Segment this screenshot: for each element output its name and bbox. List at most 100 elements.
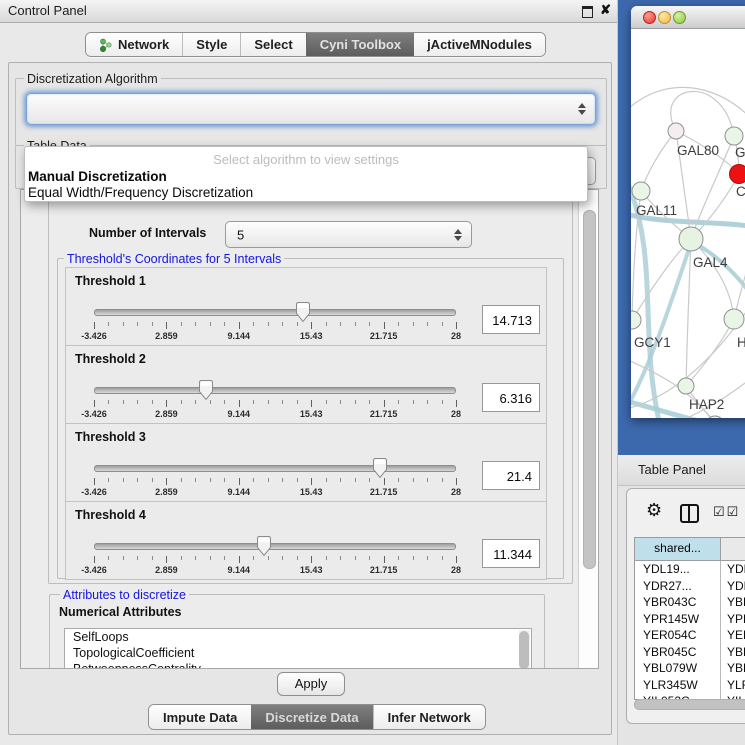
tab-infer-network[interactable]: Infer Network: [373, 705, 485, 729]
tab-cyni-toolbox[interactable]: Cyni Toolbox: [306, 33, 414, 56]
network-canvas-svg: GAL80G.CGAL11GAL4GCY1HHAP2: [631, 29, 745, 418]
table-cell[interactable]: YDL1: [721, 561, 745, 578]
table-cell[interactable]: YDL19...: [635, 561, 721, 578]
minimize-traffic-light-icon[interactable]: [658, 11, 671, 24]
threshold-value-field[interactable]: 14.713: [482, 305, 540, 334]
split-columns-icon[interactable]: [680, 504, 699, 523]
network-node-label: GAL11: [636, 203, 677, 218]
zoom-traffic-light-icon[interactable]: [673, 11, 686, 24]
network-node[interactable]: [724, 309, 744, 329]
slider-track[interactable]: [94, 309, 456, 316]
network-window-titlebar[interactable]: [631, 6, 745, 29]
thresholds-group-title: Threshold's Coordinates for 5 Intervals: [64, 252, 284, 266]
control-panel-title: Control Panel: [8, 3, 87, 18]
table-row[interactable]: YLR345WYLR3: [635, 677, 745, 694]
network-canvas[interactable]: GAL80G.CGAL11GAL4GCY1HHAP2: [631, 29, 745, 418]
table-cell[interactable]: YDR2: [721, 578, 745, 595]
table-row[interactable]: YBR043CYBR0: [635, 594, 745, 611]
table-row[interactable]: YDR27...YDR2: [635, 578, 745, 595]
network-node[interactable]: [679, 227, 703, 251]
algorithm-option-equal-width[interactable]: Equal Width/Frequency Discretization: [28, 185, 253, 200]
algorithm-option-manual[interactable]: Manual Discretization: [28, 169, 167, 184]
table-hscrollbar-thumb[interactable]: [634, 699, 745, 710]
tab-impute-data[interactable]: Impute Data: [149, 705, 251, 729]
attribute-item[interactable]: TopologicalCoefficient: [65, 645, 531, 661]
table-panel-titlebar[interactable]: Table Panel: [618, 455, 745, 486]
network-node-label: GAL80: [677, 143, 719, 158]
network-node[interactable]: [631, 311, 641, 329]
table-cell[interactable]: YPR1: [721, 611, 745, 628]
table-cell[interactable]: YBL0: [721, 660, 745, 677]
table-horizontal-scrollbar[interactable]: [634, 698, 745, 709]
threshold-value-field[interactable]: 6.316: [482, 383, 540, 412]
table-row[interactable]: YPR145WYPR1: [635, 611, 745, 628]
slider-track[interactable]: [94, 543, 456, 550]
table-cell[interactable]: YER054C: [635, 627, 721, 644]
tab-discretize-data[interactable]: Discretize Data: [251, 705, 372, 729]
control-panel-tabs: Network Style Select Cyni Toolbox jActiv…: [85, 32, 546, 57]
threshold-label: Threshold 1: [75, 274, 146, 288]
tab-select[interactable]: Select: [240, 33, 305, 56]
threshold-row-2: Threshold 2 -3.4262.8599.14415.4321.7152…: [65, 345, 547, 424]
attribute-item[interactable]: SelfLoops: [65, 629, 531, 645]
table-cell[interactable]: YBR045C: [635, 644, 721, 661]
network-view-window[interactable]: GAL80G.CGAL11GAL4GCY1HHAP2: [631, 6, 745, 418]
tab-network[interactable]: Network: [86, 33, 182, 56]
table-row[interactable]: YER054CYER0: [635, 627, 745, 644]
table-row[interactable]: YDL19...YDL1: [635, 561, 745, 578]
network-node[interactable]: [730, 165, 745, 184]
number-of-intervals-combobox[interactable]: 5: [225, 221, 472, 248]
attribute-item[interactable]: BetweennessCentrality: [65, 661, 531, 669]
threshold-slider[interactable]: -3.4262.8599.14415.4321.71528: [94, 539, 456, 575]
close-icon[interactable]: ✘: [600, 2, 611, 18]
discretization-algorithm-group-title: Discretization Algorithm: [24, 72, 161, 86]
attributes-list-scrollbar[interactable]: [519, 630, 530, 669]
tab-select-label: Select: [254, 37, 292, 52]
slider-track[interactable]: [94, 465, 456, 472]
column-header-name[interactable]: na: [721, 538, 745, 560]
settings-vertical-scrollbar[interactable]: [578, 190, 598, 668]
numerical-attributes-list[interactable]: SelfLoopsTopologicalCoefficientBetweenne…: [64, 628, 532, 669]
threshold-rows: Threshold 1 -3.4262.8599.14415.4321.7152…: [65, 267, 547, 580]
network-node[interactable]: [725, 127, 743, 145]
algorithm-combobox[interactable]: [26, 93, 596, 125]
tab-style[interactable]: Style: [182, 33, 240, 56]
apply-button[interactable]: Apply: [277, 672, 345, 696]
settings-scrollbar-thumb[interactable]: [583, 210, 596, 569]
threshold-row-4: Threshold 4 -3.4262.8599.14415.4321.7152…: [65, 501, 547, 580]
network-node[interactable]: [678, 378, 694, 394]
gear-icon[interactable]: ⚙: [646, 501, 662, 519]
threshold-value-field[interactable]: 21.4: [482, 461, 540, 490]
float-window-icon[interactable]: [582, 6, 593, 18]
threshold-slider[interactable]: -3.4262.8599.14415.4321.71528: [94, 305, 456, 341]
threshold-value-field[interactable]: 11.344: [482, 539, 540, 568]
node-attribute-table: shared... na YDL19...YDL1YDR27...YDR2YBR…: [634, 537, 745, 700]
threshold-label: Threshold 3: [75, 430, 146, 444]
cyni-toolbox-panel: Discretization Algorithm Table Data galF…: [8, 62, 612, 735]
table-row[interactable]: YBR045CYBR0: [635, 644, 745, 661]
table-cell[interactable]: YDR27...: [635, 578, 721, 595]
table-row[interactable]: YBL079WYBL0: [635, 660, 745, 677]
table-cell[interactable]: YER0: [721, 627, 745, 644]
table-cell[interactable]: YPR145W: [635, 611, 721, 628]
threshold-slider[interactable]: -3.4262.8599.14415.4321.71528: [94, 461, 456, 497]
table-body: YDL19...YDL1YDR27...YDR2YBR043CYBR0YPR14…: [635, 561, 745, 700]
slider-ticks: [94, 556, 456, 564]
checkbox-icons[interactable]: ☑☑: [713, 504, 740, 520]
table-cell[interactable]: YLR345W: [635, 677, 721, 694]
column-header-shared-name[interactable]: shared...: [635, 538, 721, 560]
table-cell[interactable]: YBR0: [721, 594, 745, 611]
slider-track[interactable]: [94, 387, 456, 394]
network-node[interactable]: [632, 182, 650, 200]
table-cell[interactable]: YLR3: [721, 677, 745, 694]
tab-jactivemnodules[interactable]: jActiveMNodules: [414, 33, 545, 56]
threshold-slider[interactable]: -3.4262.8599.14415.4321.71528: [94, 383, 456, 419]
table-cell[interactable]: YBR043C: [635, 594, 721, 611]
attributes-scrollbar-thumb[interactable]: [519, 631, 529, 669]
network-node[interactable]: [668, 123, 684, 139]
close-traffic-light-icon[interactable]: [643, 11, 656, 24]
number-of-intervals-label: Number of Intervals: [89, 226, 206, 240]
table-cell[interactable]: YBL079W: [635, 660, 721, 677]
table-cell[interactable]: YBR0: [721, 644, 745, 661]
algorithm-dropdown-popup: Select algorithm to view settings Manual…: [24, 146, 588, 202]
